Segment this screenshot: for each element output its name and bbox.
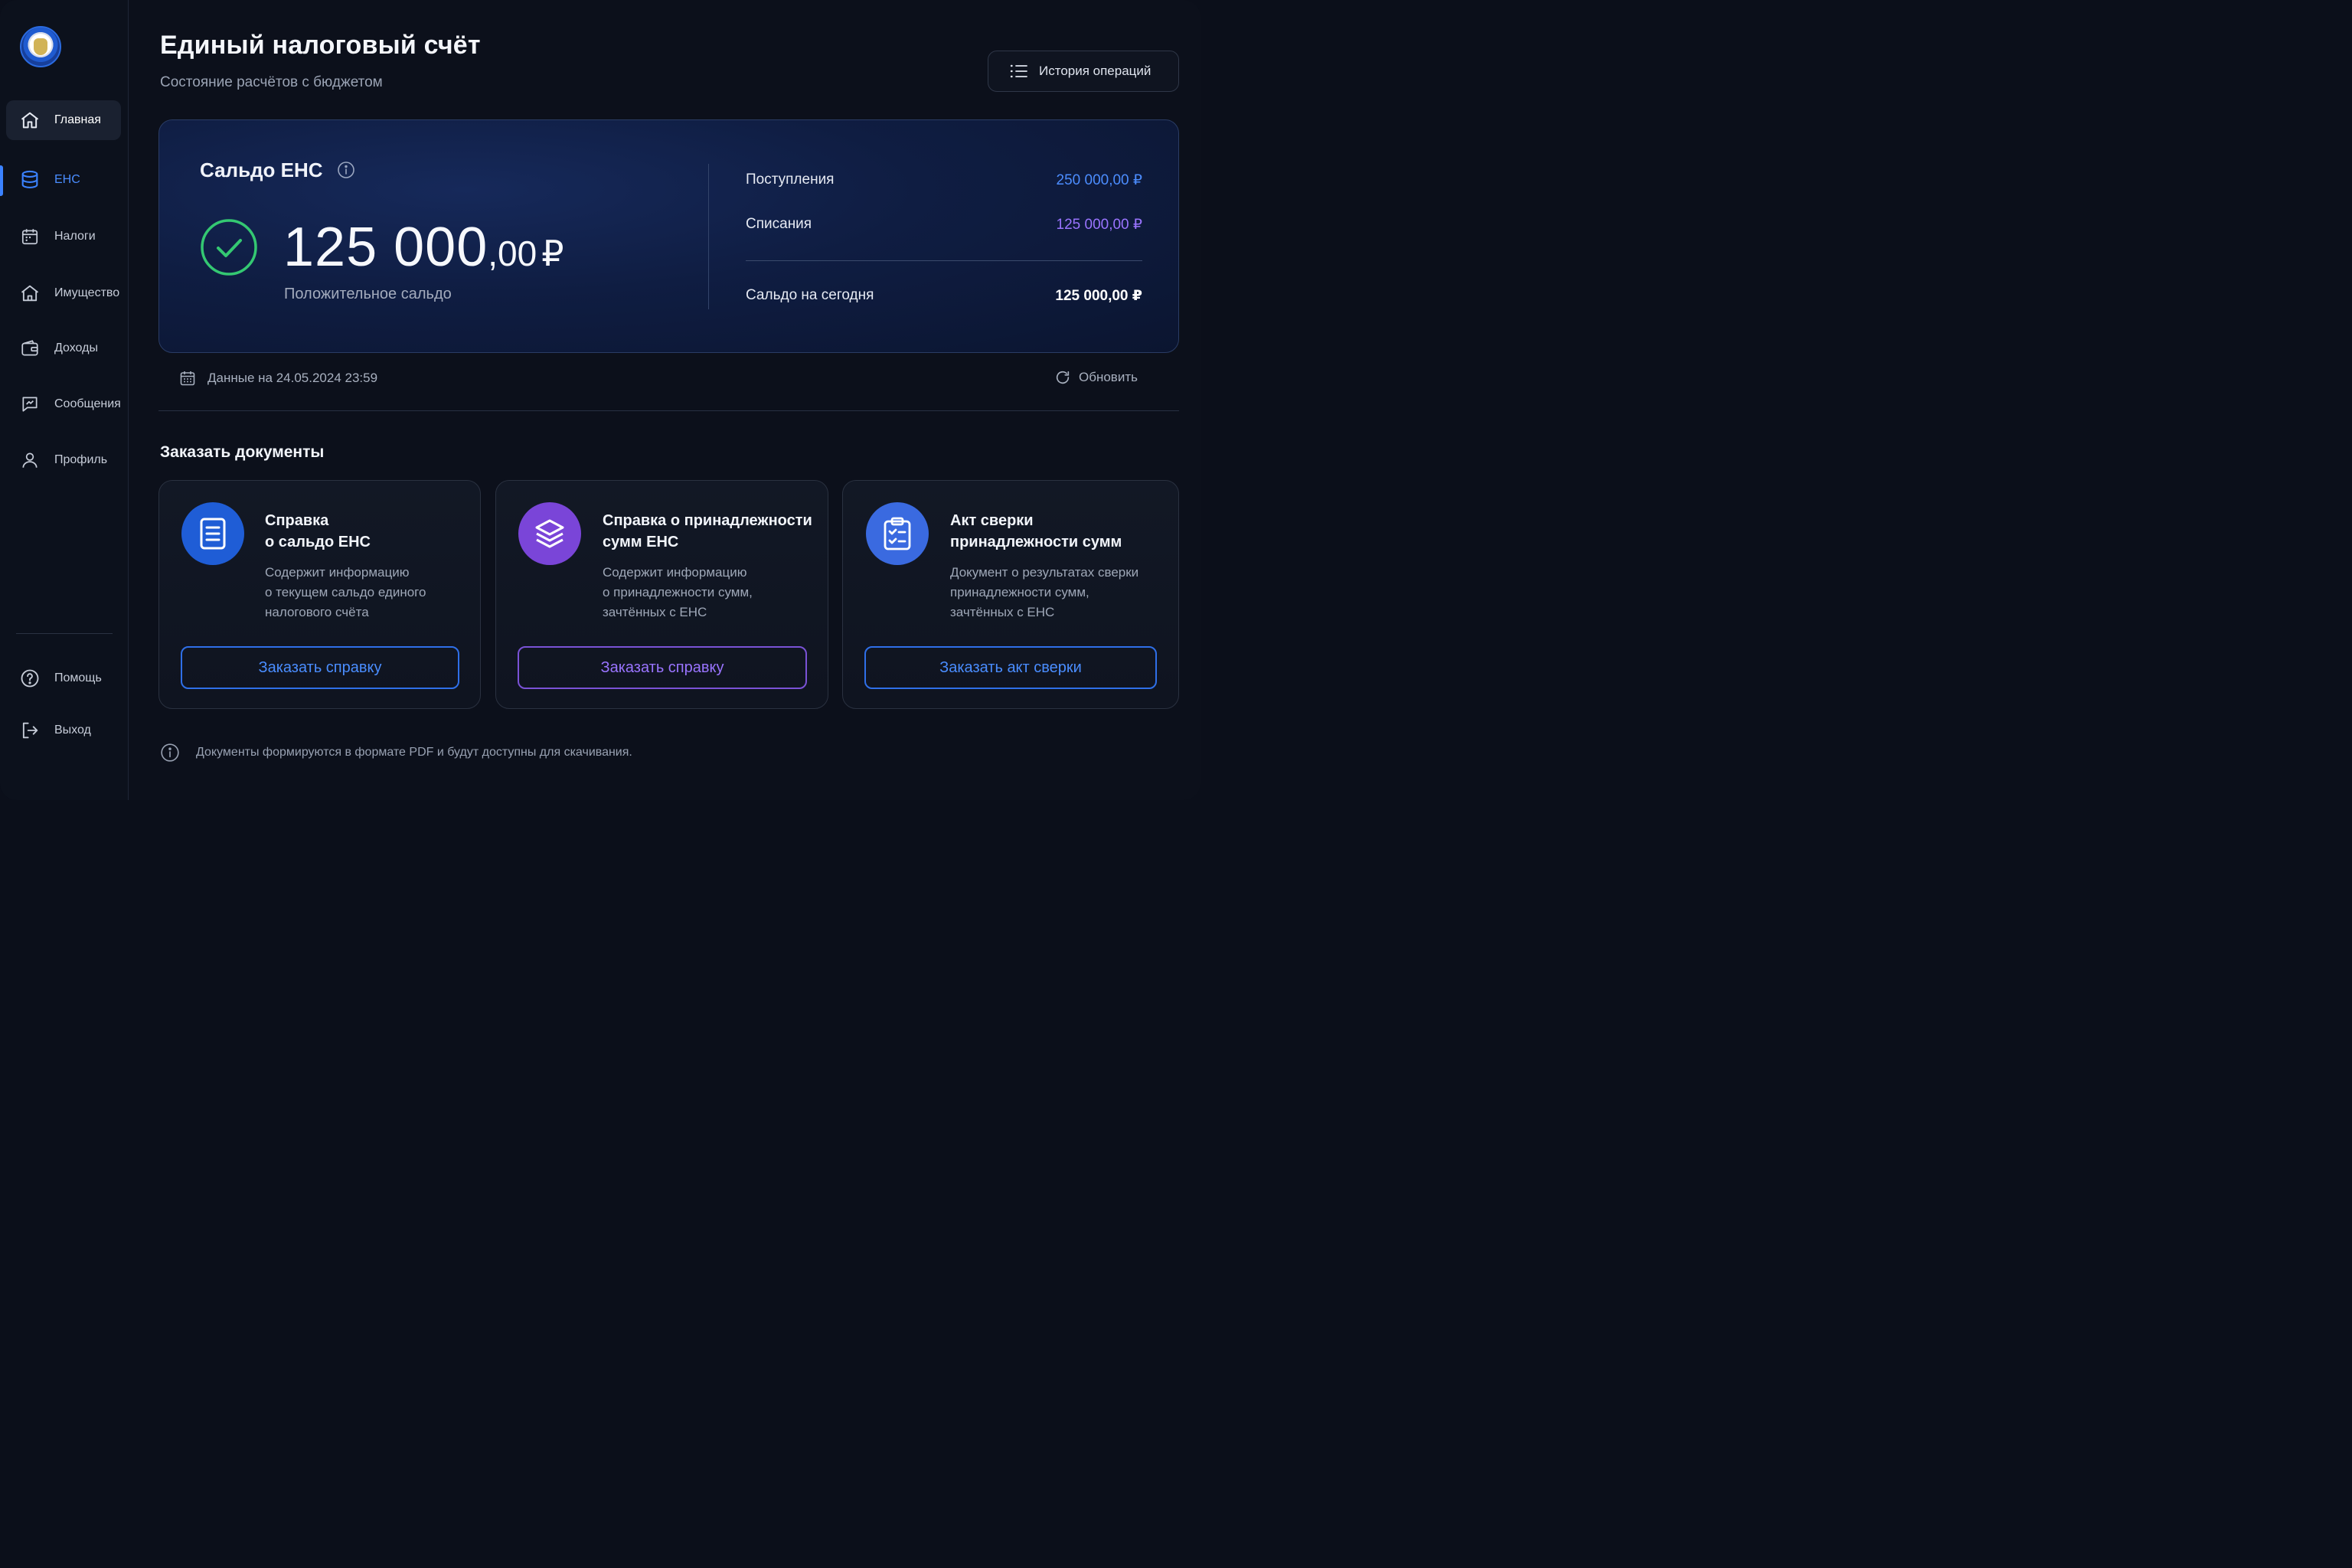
page-subtitle: Состояние расчётов с бюджетом [160,74,383,90]
info-icon [161,743,179,762]
sidebar-item-home[interactable]: Главная [6,100,121,140]
sidebar-item-label: Доходы [54,341,98,354]
sidebar-item-label: Профиль [54,453,108,466]
doc-description: Содержит информацию о принадлежности сум… [603,565,753,619]
list-icon [1010,64,1027,78]
sidebar-item-taxes[interactable]: Налоги [6,217,121,256]
stat-value: 125 000,00 ₽ [1055,288,1142,304]
layers-icon [518,502,581,565]
stat-value: 125 000,00 ₽ [1056,217,1142,233]
data-timestamp-text: Данные на 24.05.2024 23:59 [207,371,378,385]
sidebar-item-label: Помощь [54,671,102,684]
doc-title: Справка о принадлежности сумм ЕНС [603,512,812,550]
calendar-icon [18,225,41,248]
sidebar-item-label: Выход [54,724,91,737]
history-button[interactable]: История операций [988,51,1179,92]
doc-description: Содержит информацию о текущем сальдо еди… [265,565,426,619]
doc-title: Справка о сальдо ЕНС [265,512,371,550]
stat-today-row: Сальдо на сегодня 125 000,00 ₽ [746,287,1142,305]
section-divider [158,410,1179,411]
document-icon [181,502,244,565]
order-ens-balance-button[interactable]: Заказать справку [181,646,459,689]
doc-card-reconciliation: Акт сверки принадлежности сумм Документ … [842,480,1179,709]
data-timestamp: Данные на 24.05.2024 23:59 [178,369,377,387]
app-window: Главная ЕНС Налоги Имущество Доходы Сооб… [0,0,1200,800]
sidebar-item-logout[interactable]: Выход [6,710,121,750]
sidebar-item-profile[interactable]: Профиль [6,440,121,480]
sidebar-item-ens[interactable]: ЕНС [6,160,121,200]
logout-icon [18,719,41,742]
active-indicator [0,165,3,196]
balance-card: Сальдо ЕНС 125 000,00 ₽ Положительное сал… [158,119,1179,353]
balance-amount-decimal: ,00 [488,234,537,273]
stat-value: 250 000,00 ₽ [1056,172,1142,188]
stat-divider [746,260,1142,261]
sidebar-item-income[interactable]: Доходы [6,328,121,368]
balance-amount: 125 000,00 ₽ [283,216,564,279]
info-icon[interactable] [337,161,355,179]
sidebar-item-help[interactable]: Помощь [6,658,121,698]
refresh-label: Обновить [1079,370,1138,384]
doc-card-ownership: Справка о принадлежности сумм ЕНС Содерж… [495,480,828,709]
balance-currency: ₽ [541,234,564,273]
section-title: Заказать документы [160,443,325,461]
refresh-icon [1056,371,1070,384]
stat-label: Поступления [746,172,835,188]
balance-amount-integer: 125 000 [283,217,488,278]
check-circle-icon [201,219,257,276]
home-icon [18,109,41,132]
balance-label: Сальдо ЕНС [200,158,323,181]
order-reconciliation-button[interactable]: Заказать акт сверки [864,646,1157,689]
house-icon [18,282,41,305]
sidebar-item-messages[interactable]: Сообщения [6,384,121,424]
stat-income-row: Поступления 250 000,00 ₽ [746,172,1142,189]
stat-label: Списания [746,216,812,232]
sidebar-item-label: ЕНС [54,173,80,186]
balance-divider [708,164,709,309]
refresh-button[interactable]: Обновить [1054,369,1138,386]
sidebar-item-label: Главная [54,113,101,126]
sidebar-item-property[interactable]: Имущество [6,273,121,313]
stat-label: Сальдо на сегодня [746,287,874,303]
sidebar-item-label: Имущество [54,286,120,299]
sidebar-item-label: Сообщения [54,397,121,410]
help-icon [18,667,41,690]
order-ownership-button[interactable]: Заказать справку [518,646,807,689]
stat-writeoff-row: Списания 125 000,00 ₽ [746,216,1142,234]
doc-description: Документ о результатах сверки принадлежн… [950,565,1139,619]
sidebar-divider [16,633,113,634]
message-icon [18,393,41,416]
fns-logo[interactable] [20,26,61,67]
doc-card-ens-balance: Справка о сальдо ЕНС Содержит информацию… [158,480,481,709]
sidebar: Главная ЕНС Налоги Имущество Доходы Сооб… [0,0,129,800]
user-icon [18,449,41,472]
history-button-label: История операций [1039,64,1152,78]
page-title: Единый налоговый счёт [160,31,481,60]
footer-note-text: Документы формируются в формате PDF и бу… [196,746,632,759]
balance-status: Положительное сальдо [284,286,452,302]
calendar-icon [180,371,195,386]
wallet-icon [18,337,41,360]
doc-title: Акт сверки принадлежности сумм [950,512,1122,550]
footer-note: Документы формируются в формате PDF и бу… [160,743,632,763]
clipboard-check-icon [866,502,929,565]
database-icon [18,168,41,191]
sidebar-item-label: Налоги [54,230,96,243]
